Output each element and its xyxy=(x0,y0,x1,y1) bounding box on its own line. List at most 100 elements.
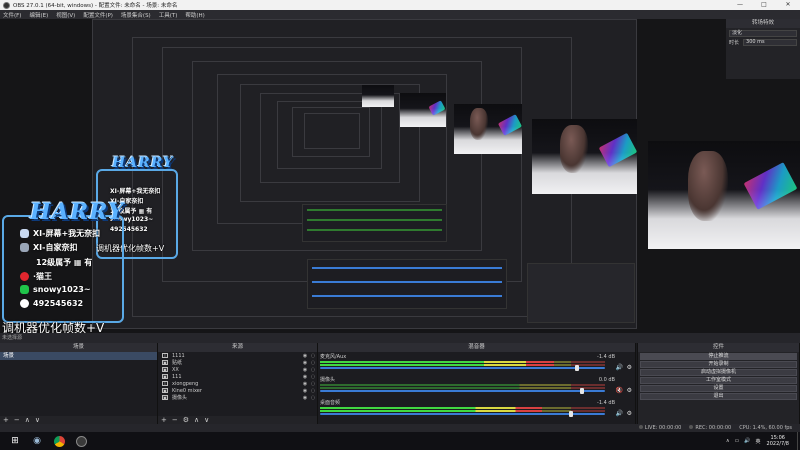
eye-icon[interactable]: ◉ xyxy=(301,353,309,359)
volume-slider[interactable] xyxy=(320,365,605,371)
source-properties-strip: 未选择源 xyxy=(0,333,800,343)
level-meter xyxy=(320,410,605,412)
eye-icon[interactable]: ◉ xyxy=(301,367,309,373)
source-item[interactable]: ▣ 111 ◉ ◌ xyxy=(158,373,317,380)
transitions-dock: 转场特效 淡化 时长 300 ms xyxy=(726,19,800,79)
source-item[interactable]: ▣ 摄像头 ◉ ◌ xyxy=(158,394,317,401)
unlock-icon[interactable]: ◌ xyxy=(309,388,317,394)
system-tray: ∧ ▭ 🔊 英 xyxy=(721,438,761,445)
duration-input[interactable]: 300 ms xyxy=(743,39,797,46)
start-virtual-camera-button[interactable]: 启动虚拟摄像机 xyxy=(640,369,797,376)
netease-music-icon xyxy=(20,272,29,281)
mixer-channel: 麦克风/Aux -1.4 dB 🔊 ⚙ xyxy=(320,354,633,371)
menu-edit[interactable]: 编辑(E) xyxy=(29,11,48,19)
move-scene-down-button[interactable]: ∨ xyxy=(35,416,40,424)
source-item[interactable]: ▣ Kine0 mixer ◉ ◌ xyxy=(158,387,317,394)
scenes-toolbar: + − ∧ ∨ xyxy=(0,416,157,424)
add-scene-button[interactable]: + xyxy=(3,416,9,424)
start-recording-button[interactable]: 开始录制 xyxy=(640,361,797,368)
volume-knob[interactable] xyxy=(568,411,573,417)
gear-icon[interactable]: ⚙ xyxy=(627,387,632,394)
overlay-logo: HARRY xyxy=(30,199,125,225)
source-item[interactable]: Txiongpeng ◉ ◌ xyxy=(158,380,317,387)
unlock-icon[interactable]: ◌ xyxy=(309,360,317,366)
menu-tools[interactable]: 工具(T) xyxy=(159,11,178,19)
channel-name: 麦克风/Aux xyxy=(320,354,347,360)
eye-icon[interactable]: ◉ xyxy=(301,360,309,366)
menu-profile[interactable]: 配置文件(P) xyxy=(83,11,113,19)
menu-file[interactable]: 文件(F) xyxy=(3,11,21,19)
sources-toolbar: + − ⚙ ∧ ∨ xyxy=(158,416,317,424)
live-indicator-icon xyxy=(638,425,643,429)
obs-taskbar-button[interactable] xyxy=(74,434,88,448)
volume-icon[interactable]: 🔊 xyxy=(744,438,750,444)
muted-speaker-icon[interactable]: 🔇 xyxy=(616,387,623,394)
settings-button[interactable]: 设置 xyxy=(640,385,797,392)
eye-icon[interactable]: ◉ xyxy=(301,388,309,394)
taskbar-clock[interactable]: 15:06 2022/7/8 xyxy=(767,435,789,447)
mixer-title: 混音器 xyxy=(318,343,635,352)
eye-icon[interactable]: ◉ xyxy=(301,374,309,380)
move-scene-up-button[interactable]: ∧ xyxy=(25,416,30,424)
volume-slider[interactable] xyxy=(320,388,605,394)
network-icon[interactable]: ▭ xyxy=(735,438,740,444)
remove-scene-button[interactable]: − xyxy=(14,416,20,424)
overlay-line: ·猫王 xyxy=(20,271,52,282)
minimize-button[interactable]: — xyxy=(728,0,752,10)
overlay-caption: 调机器优化帧数+V xyxy=(2,321,105,333)
source-item[interactable]: ▣ 贴纸 ◉ ◌ xyxy=(158,359,317,366)
overlay-line: XI-自家奈扣 xyxy=(20,242,77,253)
image-source-icon: ▣ xyxy=(162,360,168,365)
channel-name: 桌面音频 xyxy=(320,400,341,406)
eye-icon[interactable]: ◉ xyxy=(301,395,309,401)
source-properties-button[interactable]: ⚙ xyxy=(183,416,189,424)
channel-db: -1.4 dB xyxy=(597,400,615,406)
move-source-down-button[interactable]: ∨ xyxy=(204,416,209,424)
menu-scene-collection[interactable]: 场景集合(S) xyxy=(121,11,151,19)
chrome-taskbar-button[interactable] xyxy=(52,434,66,448)
close-button[interactable]: ✕ xyxy=(776,0,800,10)
unlock-icon[interactable]: ◌ xyxy=(309,381,317,387)
unlock-icon[interactable]: ◌ xyxy=(309,353,317,359)
menu-view[interactable]: 视图(V) xyxy=(56,11,75,19)
audio-mixer-dock: 混音器 麦克风/Aux -1.4 dB 🔊 ⚙ 摄像头 0.0 dB 🔇 ⚙ 桌… xyxy=(318,343,636,424)
chrome-icon xyxy=(53,435,65,447)
add-source-button[interactable]: + xyxy=(161,416,167,424)
menu-help[interactable]: 帮助(H) xyxy=(185,11,204,19)
studio-mode-button[interactable]: 工作室模式 xyxy=(640,377,797,384)
scene-item[interactable]: 场景 xyxy=(0,352,157,360)
maximize-button[interactable]: □ xyxy=(752,0,776,10)
source-item[interactable]: ▣ XX ◉ ◌ xyxy=(158,366,317,373)
speaker-icon[interactable]: 🔊 xyxy=(616,410,623,417)
unlock-icon[interactable]: ◌ xyxy=(309,374,317,380)
text-source-icon: T xyxy=(162,381,168,386)
qq-icon xyxy=(20,299,29,308)
unlock-icon[interactable]: ◌ xyxy=(309,395,317,401)
image-source-icon: ▣ xyxy=(162,367,168,372)
eye-icon[interactable]: ◉ xyxy=(301,381,309,387)
steam-icon[interactable]: ◉ xyxy=(30,434,44,448)
windows-start-icon[interactable]: ⊞ xyxy=(8,434,22,448)
transition-select[interactable]: 淡化 xyxy=(729,30,797,37)
volume-knob[interactable] xyxy=(574,365,579,371)
preview-canvas[interactable]: 转场特效 淡化 时长 300 ms HARRY XI-屏幕+我无奈扣 XI-自家… xyxy=(0,19,800,333)
camera-source-icon: ▣ xyxy=(162,395,168,400)
speaker-icon[interactable]: 🔊 xyxy=(616,364,623,371)
camera-feed-copy xyxy=(362,85,394,107)
gear-icon[interactable]: ⚙ xyxy=(627,364,632,371)
menu-bar: 文件(F) 编辑(E) 视图(V) 配置文件(P) 场景集合(S) 工具(T) … xyxy=(0,10,800,19)
exit-button[interactable]: 退出 xyxy=(640,393,797,400)
volume-slider[interactable] xyxy=(320,411,605,417)
text-source-icon: T xyxy=(162,353,168,358)
level-meter xyxy=(320,384,605,386)
volume-knob[interactable] xyxy=(580,388,585,394)
level-meter xyxy=(320,361,605,363)
unlock-icon[interactable]: ◌ xyxy=(309,367,317,373)
remove-source-button[interactable]: − xyxy=(172,416,178,424)
input-language[interactable]: 英 xyxy=(756,438,761,445)
stop-streaming-button[interactable]: 停止推流 xyxy=(640,353,797,360)
tray-chevron-icon[interactable]: ∧ xyxy=(726,438,730,444)
source-item[interactable]: T 1111 ◉ ◌ xyxy=(158,352,317,359)
move-source-up-button[interactable]: ∧ xyxy=(194,416,199,424)
gear-icon[interactable]: ⚙ xyxy=(627,410,632,417)
